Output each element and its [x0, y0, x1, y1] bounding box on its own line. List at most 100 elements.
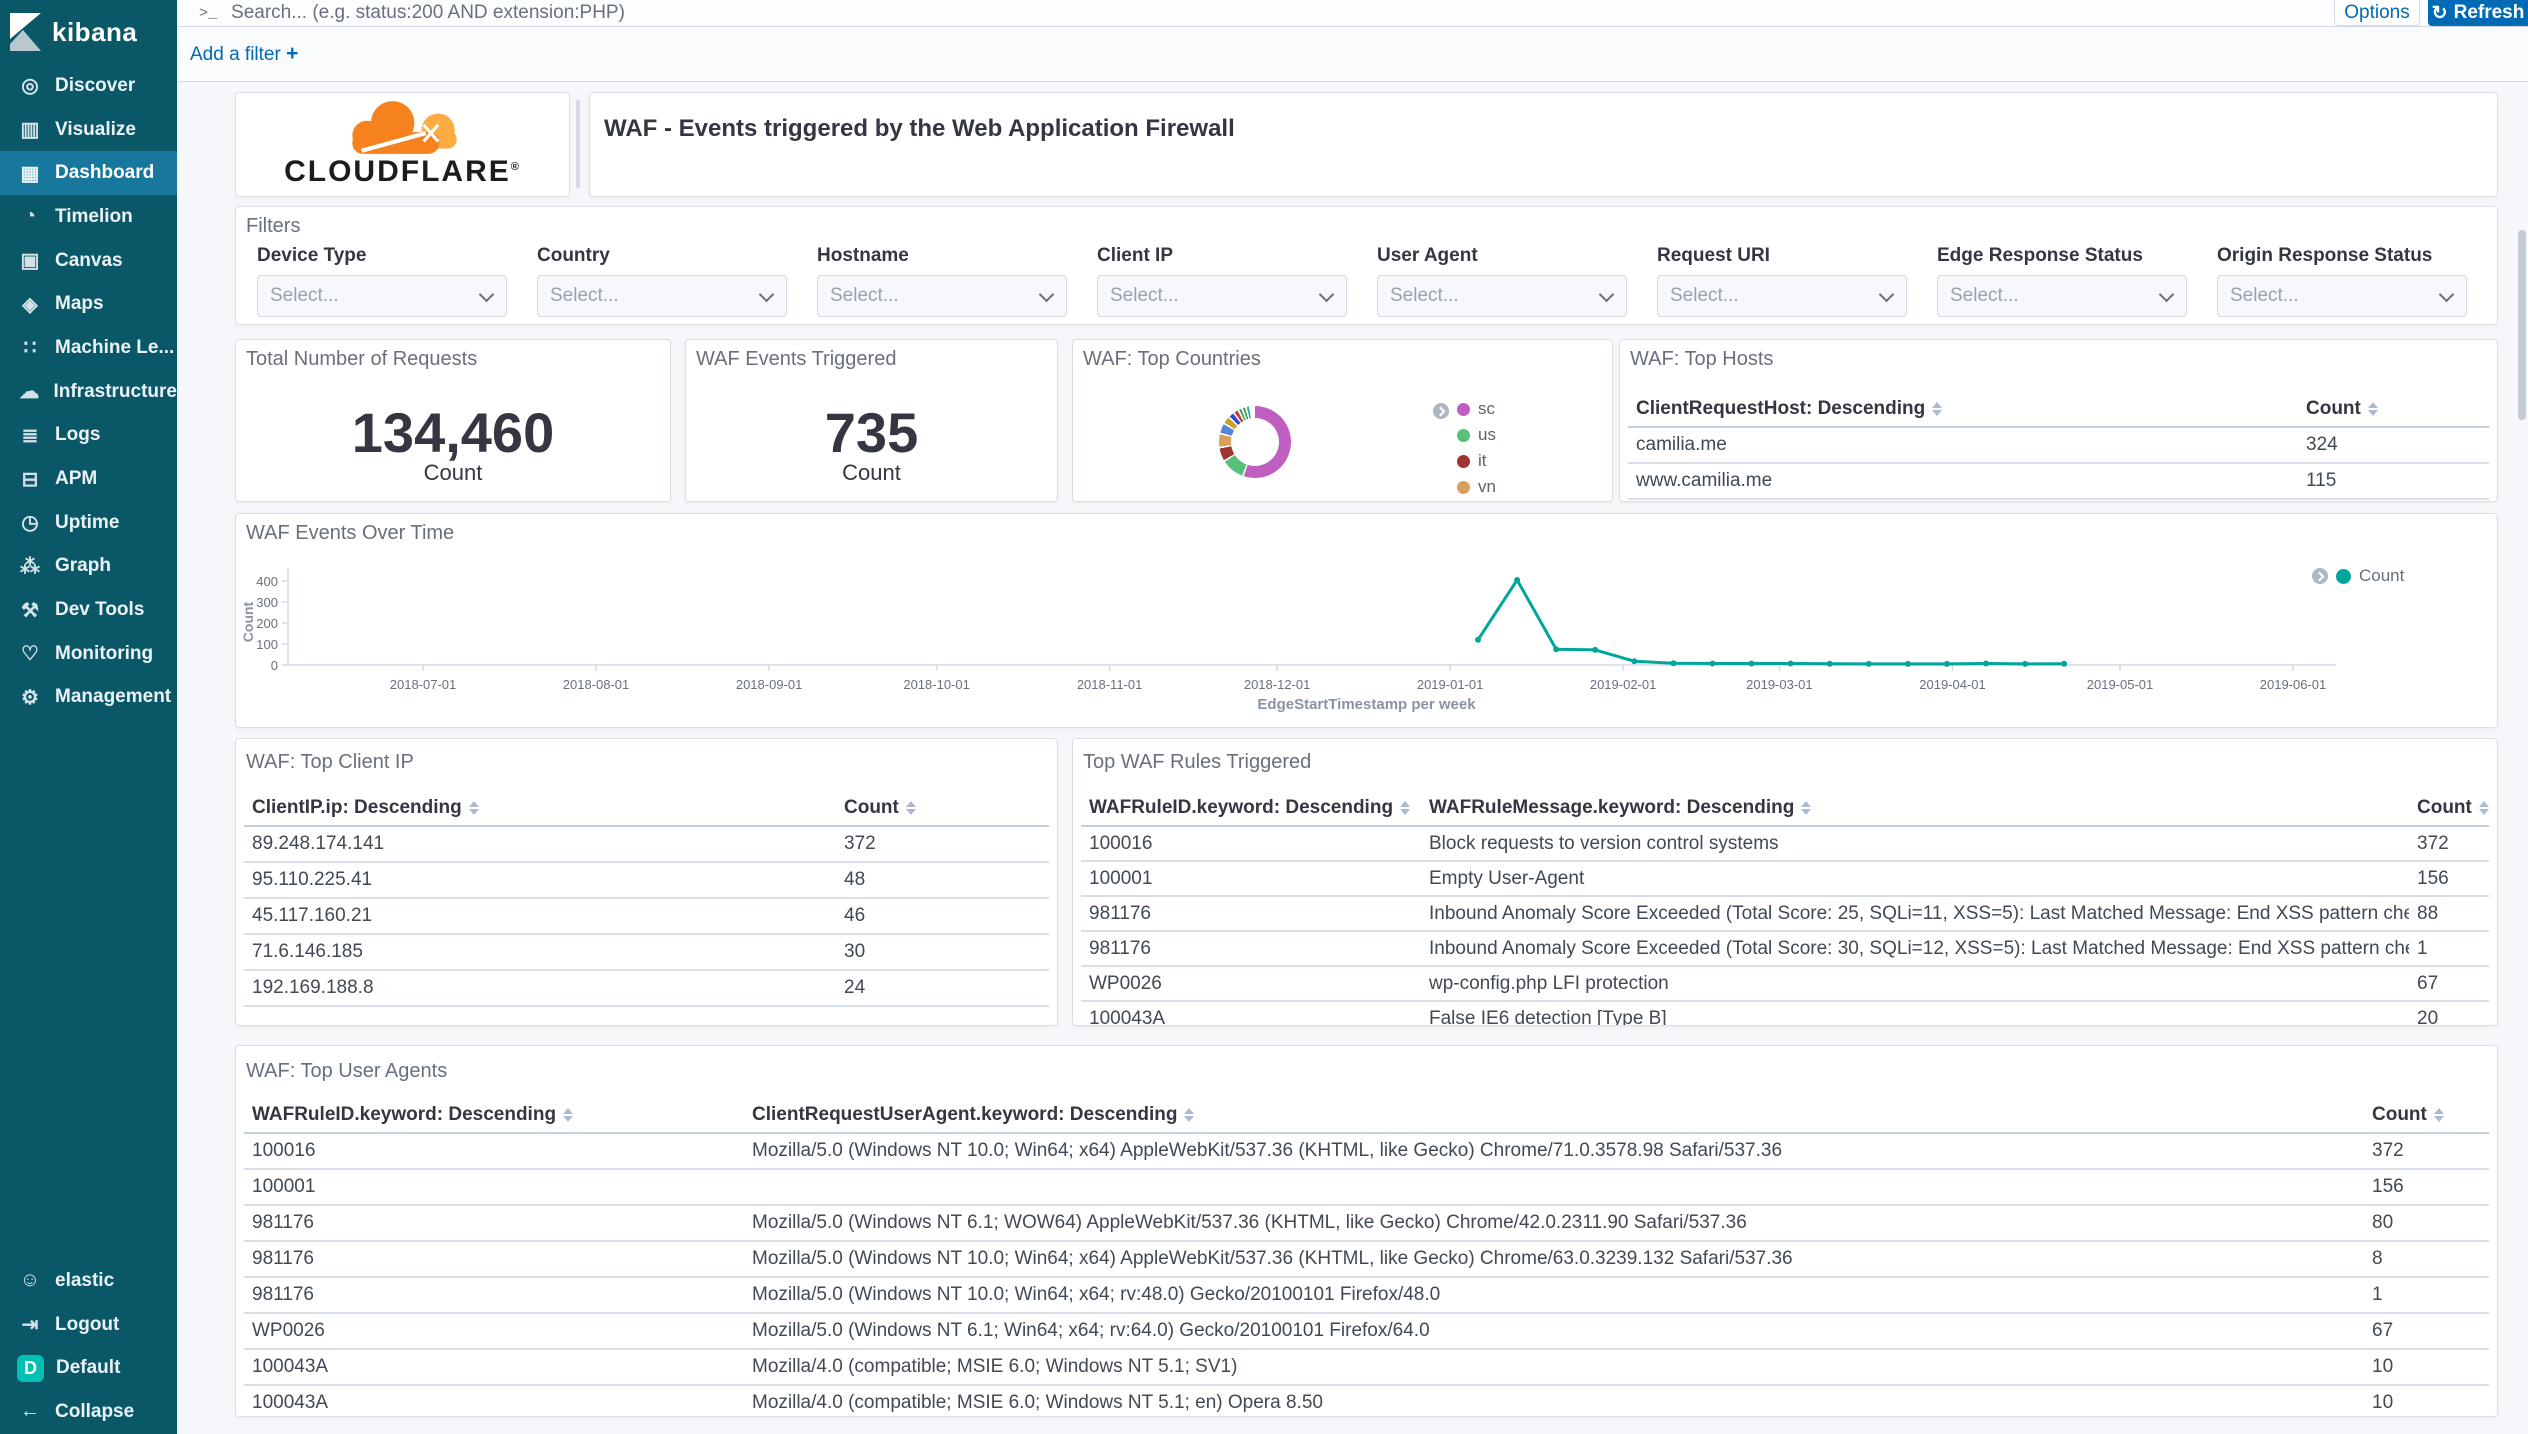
sidebar-item-management[interactable]: ⚙Management	[0, 676, 177, 720]
panel-resize-handle[interactable]	[576, 100, 580, 188]
compass-icon: ◎	[17, 73, 43, 98]
svg-text:2019-03-01: 2019-03-01	[1746, 677, 1813, 692]
filter-label: Hostname	[817, 245, 1067, 267]
donut-chart[interactable]	[1219, 406, 1291, 478]
sidebar-item-timelion[interactable]: ◔Timelion	[0, 195, 177, 239]
filter-select-user-agent[interactable]: Select...	[1377, 275, 1627, 317]
sidebar-item-maps[interactable]: ◈Maps	[0, 282, 177, 326]
filter-group-country: CountrySelect...	[537, 245, 787, 317]
sidebar-item-machine-le[interactable]: ∷Machine Le...	[0, 326, 177, 370]
column-header-clientrequestuseragent-keyword-descending[interactable]: ClientRequestUserAgent.keyword: Descendi…	[744, 1104, 2364, 1126]
legend-dot	[1457, 455, 1470, 468]
column-header-wafruleid-keyword-descending[interactable]: WAFRuleID.keyword: Descending	[244, 1104, 744, 1126]
table-row: 100043AFalse IE6 detection [Type B]20	[1081, 1002, 2489, 1026]
svg-text:2019-01-01: 2019-01-01	[1417, 677, 1484, 692]
table-cell: 89.248.174.141	[244, 833, 836, 855]
column-header-count[interactable]: Count	[2298, 398, 2489, 420]
timelion-icon: ◔	[17, 205, 43, 228]
panel-title: WAF: Top User Agents	[246, 1060, 447, 1083]
sidebar-item-logout[interactable]: ⇥Logout	[0, 1303, 177, 1347]
sidebar-item-apm[interactable]: ⊟APM	[0, 457, 177, 501]
filter-select-request-uri[interactable]: Select...	[1657, 275, 1907, 317]
dashboard-icon: ▦	[17, 161, 43, 186]
sidebar-item-label: Management	[55, 686, 171, 708]
table-row: 45.117.160.2146	[244, 899, 1049, 935]
uptime-clock-icon: ◷	[17, 510, 43, 535]
kibana-logo[interactable]: kibana	[0, 0, 177, 64]
sidebar-item-uptime[interactable]: ◷Uptime	[0, 501, 177, 545]
legend-item-sc[interactable]: sc	[1457, 396, 1496, 422]
sidebar-item-dashboard[interactable]: ▦ Dashboard	[0, 151, 177, 195]
sidebar-item-elastic[interactable]: ☺elastic	[0, 1259, 177, 1303]
sidebar-item-graph[interactable]: ⁂Graph	[0, 545, 177, 589]
table-cell: 981176	[244, 1284, 744, 1306]
sidebar-item-label: Graph	[55, 555, 111, 577]
select-placeholder: Select...	[2230, 285, 2299, 307]
sidebar-item-logs[interactable]: ≣Logs	[0, 414, 177, 458]
svg-text:2019-02-01: 2019-02-01	[1590, 677, 1657, 692]
legend-series-label[interactable]: Count	[2359, 566, 2404, 586]
table-cell: Inbound Anomaly Score Exceeded (Total Sc…	[1421, 938, 2409, 960]
sidebar-item-visualize[interactable]: ▥Visualize	[0, 108, 177, 152]
sidebar-item-monitoring[interactable]: ♡ Monitoring	[0, 632, 177, 676]
column-header-count[interactable]: Count	[836, 797, 1049, 819]
select-placeholder: Select...	[1670, 285, 1739, 307]
search-input[interactable]	[229, 1, 2528, 25]
sidebar-item-label: Maps	[55, 293, 104, 315]
filter-label: Origin Response Status	[2217, 245, 2467, 267]
table-cell: 88	[2409, 903, 2489, 925]
terminal-prompt-icon: >_	[199, 5, 217, 22]
filter-select-device-type[interactable]: Select...	[257, 275, 507, 317]
svg-text:2018-09-01: 2018-09-01	[736, 677, 803, 692]
top-user-agents-panel: WAF: Top User Agents WAFRuleID.keyword: …	[235, 1045, 2498, 1417]
heartbeat-icon: ♡	[17, 641, 43, 666]
table-row: 981176Mozilla/5.0 (Windows NT 6.1; WOW64…	[244, 1206, 2489, 1242]
sidebar-item-label: Dashboard	[55, 162, 154, 184]
select-placeholder: Select...	[1950, 285, 2019, 307]
machine-learning-icon: ∷	[17, 335, 43, 360]
sort-icon	[1801, 801, 1811, 815]
sort-icon	[469, 801, 479, 815]
sidebar-item-dev-tools[interactable]: ⚒Dev Tools	[0, 588, 177, 632]
legend-item-vn[interactable]: vn	[1457, 474, 1496, 500]
filter-select-country[interactable]: Select...	[537, 275, 787, 317]
kibana-logo-text: kibana	[52, 17, 137, 48]
table-cell: 372	[836, 833, 1049, 855]
sidebar-item-discover[interactable]: ◎Discover	[0, 64, 177, 108]
legend-expand-icon[interactable]	[2312, 568, 2328, 584]
legend-dot	[1457, 403, 1470, 416]
column-header-count[interactable]: Count	[2364, 1104, 2489, 1126]
sidebar-item-infrastructure[interactable]: ☁Infrastructure	[0, 370, 177, 414]
line-chart-legend: Count	[2312, 566, 2404, 586]
legend-item-it[interactable]: it	[1457, 448, 1496, 474]
add-filter-button[interactable]: Add a filter +	[190, 42, 298, 66]
svg-text:100: 100	[256, 637, 278, 652]
sidebar-item-label: Default	[56, 1357, 120, 1379]
scrollbar[interactable]	[2518, 230, 2526, 420]
column-header-clientrequesthost-descending[interactable]: ClientRequestHost: Descending	[1628, 398, 2298, 420]
column-header-wafruleid-keyword-descending[interactable]: WAFRuleID.keyword: Descending	[1081, 797, 1421, 819]
legend-item-us[interactable]: us	[1457, 422, 1496, 448]
sidebar-item-label: Monitoring	[55, 643, 153, 665]
filter-select-hostname[interactable]: Select...	[817, 275, 1067, 317]
kibana-dashboard-app: kibana ◎Discover▥Visualize ▦ Dashboard ◔Tim…	[0, 0, 2528, 1434]
dashboard-title-panel: WAF - Events triggered by the Web Applic…	[589, 92, 2498, 197]
filter-select-client-ip[interactable]: Select...	[1097, 275, 1347, 317]
column-header-wafrulemessage-keyword-descending[interactable]: WAFRuleMessage.keyword: Descending	[1421, 797, 2409, 819]
column-header-count[interactable]: Count	[2409, 797, 2489, 819]
column-header-clientip-ip-descending[interactable]: ClientIP.ip: Descending	[244, 797, 836, 819]
table-row: 100016Block requests to version control …	[1081, 827, 2489, 862]
options-button[interactable]: Options	[2334, 0, 2420, 26]
filter-select-edge-response-status[interactable]: Select...	[1937, 275, 2187, 317]
filters-panel-title: Filters	[246, 215, 300, 238]
refresh-button[interactable]: ↻ Refresh	[2428, 0, 2528, 26]
table-cell: 156	[2364, 1176, 2489, 1198]
sidebar-item-default[interactable]: DDefault	[0, 1346, 177, 1390]
table-cell: 1	[2364, 1284, 2489, 1306]
sidebar-item-collapse[interactable]: ←Collapse	[0, 1390, 177, 1434]
table-cell: 324	[2298, 434, 2489, 456]
table-row: 100016Mozilla/5.0 (Windows NT 10.0; Win6…	[244, 1134, 2489, 1170]
sidebar-item-canvas[interactable]: ▣Canvas	[0, 239, 177, 283]
legend-expand-icon[interactable]	[1433, 403, 1449, 419]
filter-select-origin-response-status[interactable]: Select...	[2217, 275, 2467, 317]
